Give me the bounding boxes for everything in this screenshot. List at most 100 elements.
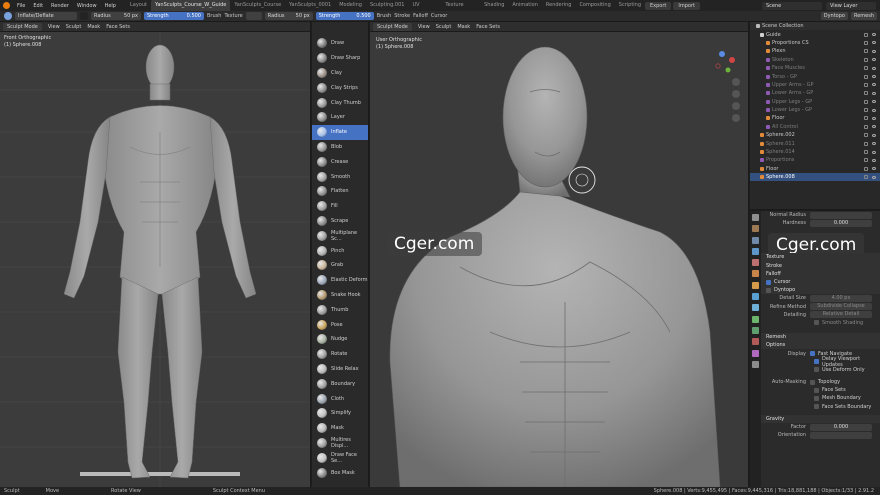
brush-item-inflate[interactable]: Inflate xyxy=(312,124,368,140)
brush-item-slide-relax[interactable]: Slide Relax xyxy=(312,362,368,377)
refine-method-row[interactable]: Refine Method Subdivide Collapse xyxy=(750,303,880,311)
visibility-eye-icon[interactable] xyxy=(872,83,876,87)
topology-checkbox[interactable] xyxy=(810,379,815,385)
visibility-eye-icon[interactable] xyxy=(872,116,876,120)
constraints-tab-icon[interactable] xyxy=(752,326,759,334)
outliner-row[interactable]: Lower Arms - GP xyxy=(750,89,880,97)
menu-render[interactable]: Render xyxy=(47,3,73,9)
exclude-checkbox-icon[interactable] xyxy=(864,158,868,163)
exclude-checkbox-icon[interactable] xyxy=(864,116,868,121)
texture-tab-icon[interactable] xyxy=(752,360,759,368)
hardness-field[interactable]: 0.000 xyxy=(810,219,872,227)
texture-section[interactable]: Texture xyxy=(750,253,880,262)
brush-item-draw-face-se[interactable]: Draw Face Se... xyxy=(312,450,368,465)
use-deform-only-row[interactable]: Use Deform Only xyxy=(750,366,880,374)
left-mask-menu[interactable]: Mask xyxy=(87,24,100,30)
brush-item-clay-thumb[interactable]: Clay Thumb xyxy=(312,95,368,110)
mesh-boundary-row[interactable]: Mesh Boundary xyxy=(750,394,880,402)
exclude-checkbox-icon[interactable] xyxy=(864,40,868,45)
world-tab-icon[interactable] xyxy=(752,270,759,278)
exclude-checkbox-icon[interactable] xyxy=(864,175,868,180)
outliner-row[interactable]: Guide xyxy=(750,30,880,38)
brush-item-multiplane-sc[interactable]: Multiplane Sc... xyxy=(312,228,368,243)
brush-options-dropdown[interactable] xyxy=(80,12,88,20)
falloff-menu[interactable]: Falloff xyxy=(413,13,428,19)
tab-workspace-7[interactable]: Texture Paint xyxy=(441,0,480,19)
exclude-checkbox-icon[interactable] xyxy=(864,133,868,138)
tool-tab-icon[interactable] xyxy=(752,214,759,221)
brush-item-thumb[interactable]: Thumb xyxy=(312,302,368,317)
normal-radius-row[interactable]: Normal Radius xyxy=(750,211,880,219)
brush-item-draw[interactable]: Draw xyxy=(312,36,368,51)
brush-item-clay[interactable]: Clay xyxy=(312,66,368,81)
render-tab-icon[interactable] xyxy=(752,225,759,233)
exclude-checkbox-icon[interactable] xyxy=(864,32,868,37)
auto-masking-row[interactable]: Auto-Masking Topology xyxy=(750,378,880,386)
tab-workspace-3[interactable]: YanSculpts_0001 xyxy=(285,0,335,11)
brush-item-layer[interactable]: Layer xyxy=(312,110,368,125)
data-tab-icon[interactable] xyxy=(752,338,759,346)
visibility-eye-icon[interactable] xyxy=(872,75,876,79)
dyntopo-checkbox[interactable] xyxy=(766,287,771,293)
visibility-eye-icon[interactable] xyxy=(872,58,876,62)
tab-workspace-12[interactable]: Scripting xyxy=(615,0,645,11)
visibility-eye-icon[interactable] xyxy=(872,158,876,162)
right-sculpt-menu[interactable]: Sculpt xyxy=(436,24,452,30)
outliner-row[interactable]: Upper Legs - GP xyxy=(750,98,880,106)
user-viewport[interactable]: Sculpt Mode View Sculpt Mask Face Sets U… xyxy=(370,22,749,487)
inflate-brush-icon[interactable] xyxy=(4,12,12,20)
exclude-checkbox-icon[interactable] xyxy=(864,141,868,146)
brush-item-cloth[interactable]: Cloth xyxy=(312,391,368,406)
visibility-eye-icon[interactable] xyxy=(872,150,876,154)
export-button[interactable]: Export xyxy=(645,1,672,10)
texture-menu[interactable]: Texture xyxy=(224,13,242,19)
brush-item-elastic-deform[interactable]: Elastic Deform xyxy=(312,273,368,288)
orientation-row[interactable]: Orientation xyxy=(750,431,880,439)
modifier-tab-icon[interactable] xyxy=(752,293,759,301)
remesh-dropdown[interactable]: Remesh xyxy=(850,12,877,20)
outliner-row[interactable]: Skeleton xyxy=(750,56,880,64)
outliner-row[interactable]: Sphere.014 xyxy=(750,148,880,156)
factor-field[interactable]: 0.000 xyxy=(810,423,872,431)
brush-item-simplify[interactable]: Simplify xyxy=(312,406,368,421)
smooth-shading-row[interactable]: Smooth Shading xyxy=(750,319,880,327)
blender-logo-icon[interactable] xyxy=(3,2,10,9)
exclude-checkbox-icon[interactable] xyxy=(864,66,868,71)
tab-workspace-5[interactable]: Sculpting.001 xyxy=(366,0,408,11)
brush-item-draw-sharp[interactable]: Draw Sharp xyxy=(312,51,368,66)
remesh-section[interactable]: Remesh xyxy=(750,333,880,342)
exclude-checkbox-icon[interactable] xyxy=(864,99,868,104)
brush-item-boundary[interactable]: Boundary xyxy=(312,376,368,391)
outliner-row[interactable]: Face Muscles xyxy=(750,64,880,72)
brush-item-pose[interactable]: Pose xyxy=(312,317,368,332)
brush-item-mask[interactable]: Mask xyxy=(312,421,368,436)
stroke-section[interactable]: Stroke xyxy=(750,261,880,270)
fast-navigate-checkbox[interactable] xyxy=(810,351,815,357)
brush-item-fill[interactable]: Fill xyxy=(312,199,368,214)
visibility-eye-icon[interactable] xyxy=(872,100,876,104)
smooth-shading-checkbox[interactable] xyxy=(814,320,819,326)
radius-field-2[interactable]: Radius 50 px xyxy=(264,12,313,20)
detailing-dropdown[interactable]: Relative Detail xyxy=(810,311,872,319)
brush-item-clay-strips[interactable]: Clay Strips xyxy=(312,80,368,95)
brush-item-blob[interactable]: Blob xyxy=(312,140,368,155)
front-viewport[interactable]: Sculpt Mode View Sculpt Mask Face Sets F… xyxy=(0,22,311,487)
cursor-section[interactable]: Cursor xyxy=(750,277,880,287)
right-mask-menu[interactable]: Mask xyxy=(457,24,470,30)
view-layer-tab-icon[interactable] xyxy=(752,247,759,255)
right-face-sets-menu[interactable]: Face Sets xyxy=(476,24,500,30)
brush-item-scrape[interactable]: Scrape xyxy=(312,214,368,229)
brush-item-rotate[interactable]: Rotate xyxy=(312,347,368,362)
detailing-row[interactable]: Detailing Relative Detail xyxy=(750,311,880,319)
tab-workspace-6[interactable]: UV Editing xyxy=(408,0,441,19)
physics-tab-icon[interactable] xyxy=(752,315,759,323)
tab-workspace-0[interactable]: Layout xyxy=(126,0,151,11)
strength-field-2[interactable]: Strength 0.500 xyxy=(315,12,374,20)
tab-workspace-11[interactable]: Compositing xyxy=(575,0,614,11)
brush-item-grab[interactable]: Grab xyxy=(312,258,368,273)
left-sculpt-menu[interactable]: Sculpt xyxy=(66,24,82,30)
brush-item-box-mask[interactable]: Box Mask xyxy=(312,465,368,480)
strength-field[interactable]: Strength 0.500 xyxy=(144,12,204,20)
right-mode-selector[interactable]: Sculpt Mode xyxy=(373,22,412,31)
outliner-row[interactable]: Sphere.002 xyxy=(750,131,880,139)
